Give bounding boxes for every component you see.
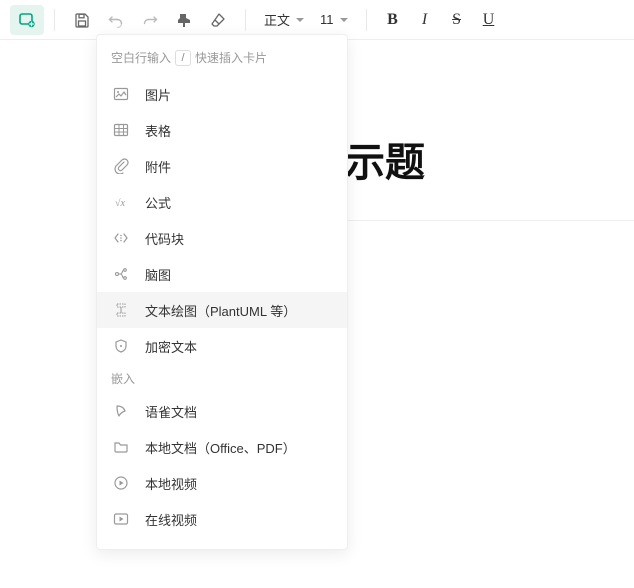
online-video-icon <box>111 509 131 529</box>
menu-item-mindmap[interactable]: 脑图 <box>97 256 347 292</box>
hint-suffix: 快速插入卡片 <box>195 49 267 66</box>
insert-card-button[interactable] <box>10 5 44 35</box>
italic-button[interactable]: I <box>409 5 441 35</box>
underline-button[interactable]: U <box>473 5 505 35</box>
text-style-label: 正文 <box>264 10 290 29</box>
bold-button[interactable]: B <box>377 5 409 35</box>
menu-item-yuque-doc[interactable]: 语雀文档 <box>97 393 347 429</box>
menu-item-encrypted-text[interactable]: 加密文本 <box>97 328 347 364</box>
menu-label: 本地视频 <box>145 474 333 493</box>
redo-icon <box>142 12 158 28</box>
menu-item-image[interactable]: 图片 <box>97 76 347 112</box>
menu-item-codeblock[interactable]: 代码块 <box>97 220 347 256</box>
menu-label: 本地文档（Office、PDF） <box>145 438 333 457</box>
formula-icon: √x <box>111 192 131 212</box>
font-size-value: 11 <box>320 12 334 27</box>
menu-label: 附件 <box>145 157 333 176</box>
format-painter-icon <box>176 12 192 28</box>
toolbar-separator <box>54 9 55 31</box>
menu-label: 公式 <box>145 193 333 212</box>
undo-icon <box>108 12 124 28</box>
text-diagram-icon <box>111 300 131 320</box>
toolbar-group-insert <box>4 0 50 39</box>
strikethrough-button[interactable]: S <box>441 5 473 35</box>
menu-item-table[interactable]: 表格 <box>97 112 347 148</box>
title-separator <box>345 220 634 221</box>
menu-label: 文本绘图（PlantUML 等） <box>145 301 333 320</box>
menu-label: 语雀文档 <box>145 402 333 421</box>
code-icon <box>111 228 131 248</box>
folder-icon <box>111 437 131 457</box>
table-icon <box>111 120 131 140</box>
shield-icon <box>111 336 131 356</box>
text-style-select[interactable]: 正文 <box>256 5 312 35</box>
chevron-down-icon <box>296 18 304 22</box>
video-icon <box>111 473 131 493</box>
format-painter-button[interactable] <box>167 5 201 35</box>
insert-card-dropdown: 空白行输入 / 快速插入卡片 图片 表格 附件 √x 公式 代码块 <box>96 34 348 550</box>
attachment-icon <box>111 156 131 176</box>
mindmap-icon <box>111 264 131 284</box>
menu-item-local-video[interactable]: 本地视频 <box>97 465 347 501</box>
save-icon <box>74 12 90 28</box>
menu-item-text-diagram[interactable]: 文本绘图（PlantUML 等） <box>97 292 347 328</box>
toolbar-separator <box>366 9 367 31</box>
menu-item-attachment[interactable]: 附件 <box>97 148 347 184</box>
eraser-icon <box>210 12 226 28</box>
menu-label: 图片 <box>145 85 333 104</box>
menu-item-formula[interactable]: √x 公式 <box>97 184 347 220</box>
menu-label: 加密文本 <box>145 337 333 356</box>
save-button[interactable] <box>65 5 99 35</box>
menu-label: 在线视频 <box>145 510 333 529</box>
menu-item-online-video[interactable]: 在线视频 <box>97 501 347 537</box>
toolbar-separator <box>245 9 246 31</box>
menu-label: 代码块 <box>145 229 333 248</box>
insert-card-icon <box>18 11 36 29</box>
svg-text:√x: √x <box>115 198 125 209</box>
menu-label: 表格 <box>145 121 333 140</box>
yuque-icon <box>111 401 131 421</box>
menu-label: 脑图 <box>145 265 333 284</box>
hint-prefix: 空白行输入 <box>111 49 171 66</box>
clear-format-button[interactable] <box>201 5 235 35</box>
dropdown-hint: 空白行输入 / 快速插入卡片 <box>97 43 347 76</box>
undo-button[interactable] <box>99 5 133 35</box>
menu-item-local-doc[interactable]: 本地文档（Office、PDF） <box>97 429 347 465</box>
toolbar-group-format: B I S U <box>371 0 511 39</box>
font-size-select[interactable]: 11 <box>312 5 356 35</box>
chevron-down-icon <box>340 18 348 22</box>
redo-button[interactable] <box>133 5 167 35</box>
slash-key-icon: / <box>175 50 191 66</box>
document-title-fragment: 示题 <box>345 130 425 188</box>
image-icon <box>111 84 131 104</box>
dropdown-section-embed: 嵌入 <box>97 364 347 393</box>
